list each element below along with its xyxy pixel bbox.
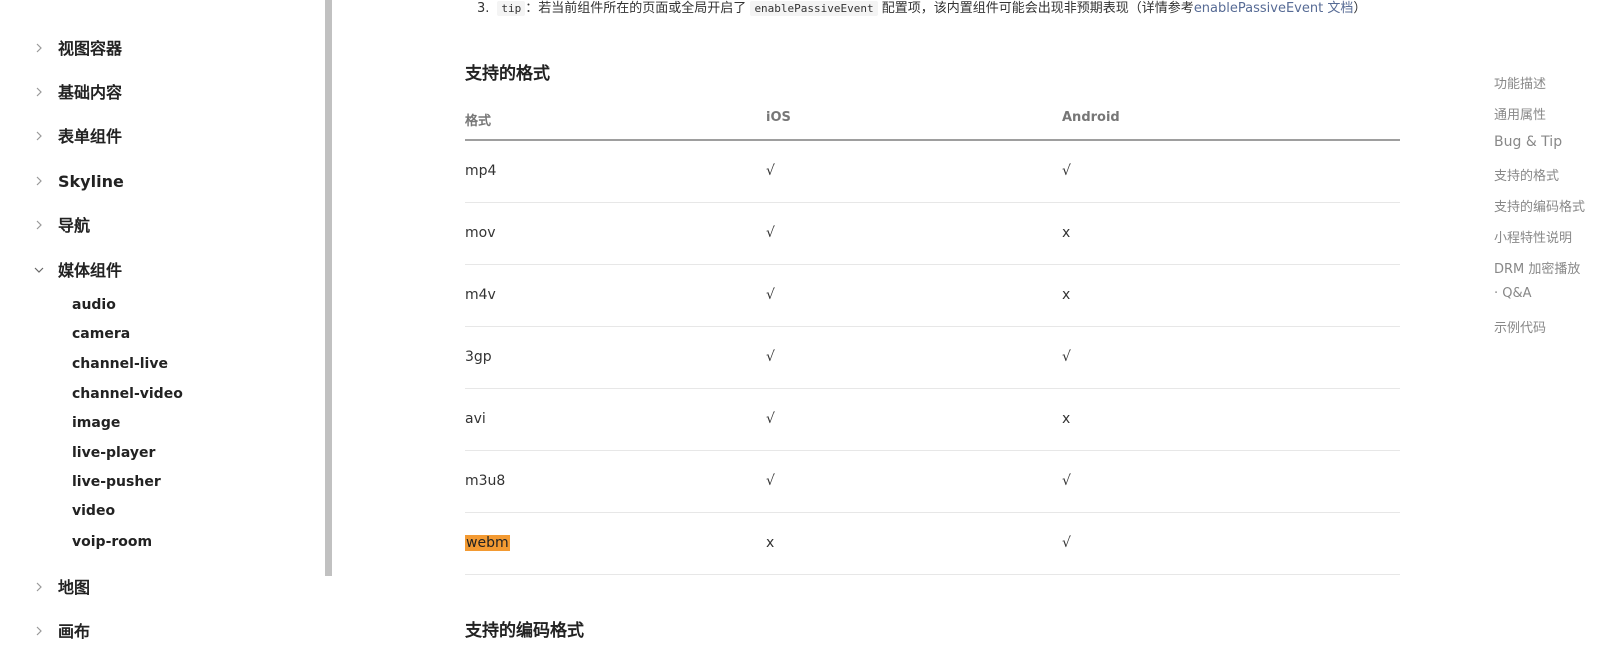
column-header: iOS — [766, 110, 791, 125]
toc-item[interactable]: Bug & Tip — [1494, 134, 1562, 150]
sidebar-item-basic-content[interactable]: 基础内容 — [0, 78, 320, 108]
table-of-contents: 功能描述 通用属性 Bug & Tip 支持的格式 支持的编码格式 小程特性说明… — [1494, 0, 1609, 400]
sidebar-item-label: 视图容器 — [58, 39, 123, 58]
table-row: 3gp √ √ — [465, 327, 1400, 389]
chevron-right-icon — [36, 220, 42, 230]
table-row: avi √ x — [465, 389, 1400, 451]
toc-item[interactable]: 小程特性说明 — [1494, 227, 1572, 246]
sidebar-subitem-image[interactable]: image — [72, 413, 120, 433]
table-cell: m4v — [465, 287, 496, 303]
sidebar-subitem-channel-video[interactable]: channel-video — [72, 384, 183, 404]
table-cell: √ — [1062, 163, 1071, 179]
doc-link[interactable]: enablePassiveEvent 文档 — [1194, 1, 1354, 16]
sidebar-item-canvas[interactable]: 画布 — [0, 617, 320, 647]
sidebar-item-view-container[interactable]: 视图容器 — [0, 34, 320, 64]
toc-item[interactable]: 支持的格式 — [1494, 165, 1559, 184]
sidebar-subitem-camera[interactable]: camera — [72, 324, 130, 344]
tip-list-item: 3. tip ：若当前组件所在的页面或全局开启了 enablePassiveEven… — [477, 0, 1366, 20]
chevron-right-icon — [36, 626, 42, 636]
chevron-right-icon — [36, 43, 42, 53]
sidebar-subitem-audio[interactable]: audio — [72, 295, 116, 315]
table-row: m3u8 √ √ — [465, 451, 1400, 513]
section-title-formats: 支持的格式 — [465, 64, 550, 84]
sidebar-item-navigation[interactable]: 导航 — [0, 211, 320, 241]
chevron-right-icon — [36, 131, 42, 141]
sidebar-item-form[interactable]: 表单组件 — [0, 122, 320, 152]
table-cell: x — [1062, 225, 1071, 241]
sidebar-item-media[interactable]: 媒体组件 — [0, 256, 320, 286]
sidebar-item-map[interactable]: 地图 — [0, 573, 320, 603]
toc-item[interactable]: DRM 加密播放 — [1494, 258, 1580, 277]
table-cell: mp4 — [465, 163, 497, 179]
sidebar-subitem-voip-room[interactable]: voip-room — [72, 532, 152, 552]
table-row: mov √ x — [465, 203, 1400, 265]
section-title-codecs: 支持的编码格式 — [465, 621, 584, 641]
inline-code: tip — [497, 1, 526, 16]
sidebar-item-label: 导航 — [58, 216, 91, 235]
column-header: Android — [1062, 110, 1120, 125]
table-cell-highlighted: webm — [465, 535, 510, 551]
sidebar-subitem-channel-live[interactable]: channel-live — [72, 354, 168, 374]
sidebar-item-label: 表单组件 — [58, 127, 123, 146]
list-number: 3. — [477, 1, 490, 16]
table-cell: x — [1062, 287, 1071, 303]
table-cell: avi — [465, 411, 486, 427]
table-cell: m3u8 — [465, 473, 506, 489]
sidebar-item-label: Skyline — [58, 172, 124, 191]
sidebar-subitem-live-pusher[interactable]: live-pusher — [72, 472, 161, 492]
table-cell: √ — [1062, 349, 1071, 365]
sidebar-item-skyline[interactable]: Skyline — [0, 167, 320, 197]
inline-code: enablePassiveEvent — [750, 1, 878, 16]
sidebar-subitem-live-player[interactable]: live-player — [72, 443, 155, 463]
sidebar-item-label: 画布 — [58, 622, 91, 641]
page: 视图容器 基础内容 表单组件 Skyline 导航 媒体组件 audio cam… — [0, 0, 1609, 669]
sidebar-item-label: 媒体组件 — [58, 261, 123, 280]
toc-item[interactable]: 功能描述 — [1494, 73, 1546, 92]
table-cell: x — [766, 535, 775, 551]
table-cell: √ — [766, 411, 775, 427]
table-cell: √ — [766, 473, 775, 489]
toc-item[interactable]: · Q&A — [1494, 286, 1532, 301]
table-cell: √ — [1062, 535, 1071, 551]
table-cell: √ — [766, 349, 775, 365]
table-row: webm x √ — [465, 513, 1400, 575]
chevron-right-icon — [36, 87, 42, 97]
sidebar-item-label: 基础内容 — [58, 83, 123, 102]
chevron-down-icon — [34, 267, 44, 273]
tip-text: 配置项，该内置组件可能会出现非预期表现（详情参考 — [881, 1, 1194, 16]
sidebar-scrollbar[interactable] — [325, 0, 332, 576]
sidebar-subitem-video[interactable]: video — [72, 501, 115, 521]
table-cell: √ — [766, 225, 775, 241]
chevron-right-icon — [36, 176, 42, 186]
column-header: 格式 — [465, 114, 492, 129]
table-cell: √ — [766, 163, 775, 179]
toc-item[interactable]: 支持的编码格式 — [1494, 196, 1585, 215]
table-cell: mov — [465, 225, 496, 241]
table-cell: x — [1062, 411, 1071, 427]
table-cell: 3gp — [465, 349, 492, 365]
sidebar-nav: 视图容器 基础内容 表单组件 Skyline 导航 媒体组件 audio cam… — [0, 0, 325, 669]
table-row: m4v √ x — [465, 265, 1400, 327]
tip-text: ：若当前组件所在的页面或全局开启了 — [525, 1, 747, 16]
chevron-right-icon — [36, 582, 42, 592]
sidebar-item-label: 地图 — [58, 578, 91, 597]
table-row: mp4 √ √ — [465, 141, 1400, 203]
table-header: 格式 iOS Android — [465, 100, 1400, 141]
tip-text: ） — [1353, 1, 1367, 16]
table-cell: √ — [1062, 473, 1071, 489]
table-cell: √ — [766, 287, 775, 303]
toc-item[interactable]: 通用属性 — [1494, 104, 1546, 123]
toc-item[interactable]: 示例代码 — [1494, 317, 1546, 336]
formats-table: 格式 iOS Android mp4 √ √ mov √ x m4v √ x 3… — [465, 100, 1400, 575]
